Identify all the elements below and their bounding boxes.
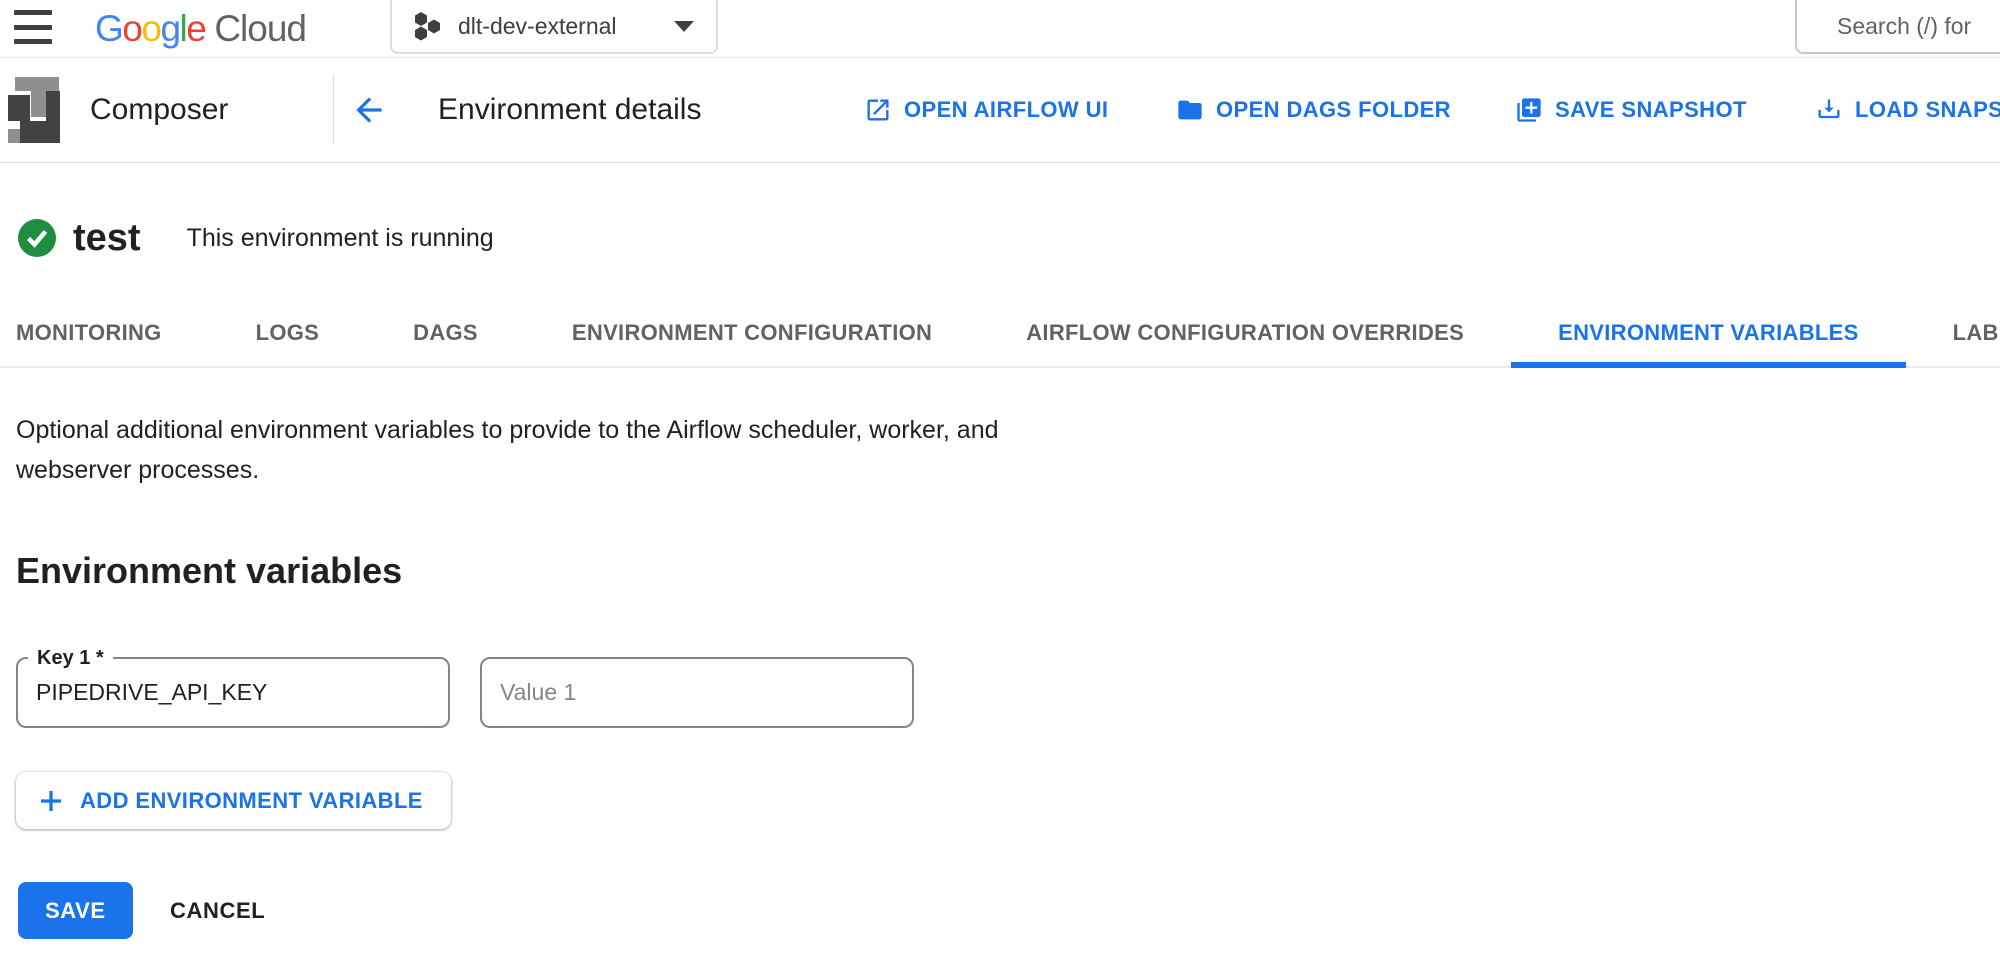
google-logo-letter: o xyxy=(141,8,160,50)
tab-label: MONITORING xyxy=(16,320,162,346)
environment-name: test xyxy=(73,217,141,260)
tab-logs[interactable]: LOGS xyxy=(209,300,367,366)
tab-label: ENVIRONMENT VARIABLES xyxy=(1558,320,1858,346)
menu-bar xyxy=(14,10,52,15)
google-logo-letter: o xyxy=(122,8,141,50)
environment-tabs: MONITORING LOGS DAGS ENVIRONMENT CONFIGU… xyxy=(0,300,2000,368)
description-line: Optional additional environment variable… xyxy=(16,410,999,450)
project-selector[interactable]: dlt-dev-external xyxy=(390,0,718,54)
download-icon xyxy=(1815,96,1843,124)
top-bar: G o o g l e Cloud dlt-dev-external xyxy=(0,0,2000,58)
tab-description: Optional additional environment variable… xyxy=(16,410,999,490)
app-bar: Composer Environment details OPEN AIRFLO… xyxy=(0,58,2000,163)
composer-environment-details-page: G o o g l e Cloud dlt-dev-external xyxy=(0,0,2000,979)
open-airflow-ui-label: OPEN AIRFLOW UI xyxy=(904,97,1108,123)
environment-status-row: test This environment is running xyxy=(18,210,494,266)
open-airflow-ui-button[interactable]: OPEN AIRFLOW UI xyxy=(864,96,1108,124)
product-name: Composer xyxy=(90,93,228,127)
tab-environment-variables[interactable]: ENVIRONMENT VARIABLES xyxy=(1511,300,1905,366)
folder-icon xyxy=(1176,96,1204,124)
load-snapshot-button[interactable]: LOAD SNAPSHOT xyxy=(1815,96,2000,124)
search-input[interactable] xyxy=(1837,13,2000,40)
tab-label: LOGS xyxy=(256,320,320,346)
arrow-back-icon xyxy=(350,91,388,129)
menu-icon[interactable] xyxy=(14,8,52,46)
open-dags-folder-button[interactable]: OPEN DAGS FOLDER xyxy=(1176,96,1451,124)
arrow-drop-down-icon xyxy=(672,20,696,33)
cancel-button[interactable]: CANCEL xyxy=(170,882,265,939)
description-line: webserver processes. xyxy=(16,450,999,490)
menu-bar xyxy=(14,25,52,30)
google-logo-letter: g xyxy=(160,8,179,50)
key-field-label: Key 1 * xyxy=(28,643,113,673)
composer-logo-icon xyxy=(6,75,60,145)
save-snapshot-icon xyxy=(1515,96,1543,124)
environment-status-text: This environment is running xyxy=(187,224,494,253)
google-cloud-logo[interactable]: G o o g l e Cloud xyxy=(95,0,306,57)
google-logo-letter: G xyxy=(95,8,122,50)
load-snapshot-label: LOAD SNAPSHOT xyxy=(1855,97,2000,123)
save-button[interactable]: SAVE xyxy=(18,882,133,939)
header-divider xyxy=(333,74,334,144)
tabs-row: MONITORING LOGS DAGS ENVIRONMENT CONFIGU… xyxy=(0,300,2000,366)
add-icon xyxy=(36,786,66,816)
tab-label: DAGS xyxy=(413,320,478,346)
tab-labels[interactable]: LABELS xyxy=(1906,300,2000,366)
page-title: Environment details xyxy=(438,93,701,127)
value-field xyxy=(480,657,914,728)
check-circle-icon xyxy=(18,219,56,257)
google-logo-letter: e xyxy=(186,8,205,50)
section-heading: Environment variables xyxy=(16,550,402,592)
search-bar xyxy=(1795,0,2000,54)
tab-monitoring[interactable]: MONITORING xyxy=(0,300,209,366)
add-environment-variable-label: ADD ENVIRONMENT VARIABLE xyxy=(80,788,423,814)
tab-dags[interactable]: DAGS xyxy=(366,300,525,366)
tab-label: ENVIRONMENT CONFIGURATION xyxy=(572,320,932,346)
tab-airflow-configuration-overrides[interactable]: AIRFLOW CONFIGURATION OVERRIDES xyxy=(979,300,1511,366)
save-snapshot-label: SAVE SNAPSHOT xyxy=(1555,97,1747,123)
project-name: dlt-dev-external xyxy=(458,13,617,40)
google-logo-cloud-text: Cloud xyxy=(214,8,306,50)
value-input[interactable] xyxy=(482,659,912,726)
add-environment-variable-button[interactable]: ADD ENVIRONMENT VARIABLE xyxy=(16,772,451,829)
tab-label: LABELS xyxy=(1953,320,2000,346)
key-field: Key 1 * xyxy=(16,657,450,728)
save-snapshot-button[interactable]: SAVE SNAPSHOT xyxy=(1515,96,1747,124)
project-hexagons-icon xyxy=(412,11,442,41)
back-button[interactable] xyxy=(350,91,388,129)
open-dags-folder-label: OPEN DAGS FOLDER xyxy=(1216,97,1451,123)
open-in-new-icon xyxy=(864,96,892,124)
google-logo-letter: l xyxy=(180,8,187,50)
tab-label: AIRFLOW CONFIGURATION OVERRIDES xyxy=(1026,320,1464,346)
menu-bar xyxy=(14,39,52,44)
tab-environment-configuration[interactable]: ENVIRONMENT CONFIGURATION xyxy=(525,300,979,366)
